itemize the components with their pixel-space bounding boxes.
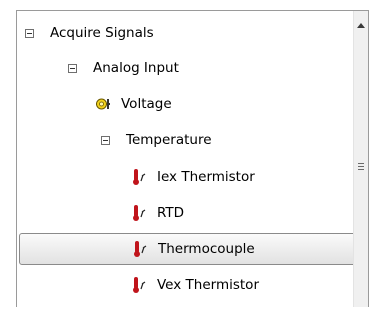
thermometer-icon [132,240,148,258]
tree-item-vex-thermistor[interactable]: Vex Thermistor [131,269,259,301]
collapse-icon[interactable] [25,28,34,38]
tree-item-thermocouple[interactable]: Thermocouple [19,233,362,265]
thermometer-icon [131,168,147,186]
tree-item-label: Temperature [126,132,212,148]
tree-item-iex-thermistor[interactable]: Iex Thermistor [131,161,255,193]
tree-item-rtd[interactable]: RTD [131,197,184,229]
tree-item-analog-input[interactable]: Analog Input [68,52,179,84]
tree-item-temperature[interactable]: Temperature [101,124,212,156]
tree-view[interactable]: Acquire Signals Analog Input Voltage Tem… [16,10,369,307]
tree-item-label: Voltage [121,96,172,112]
tree-item-label: RTD [157,205,185,221]
collapse-icon[interactable] [68,63,77,73]
scroll-up-icon[interactable] [357,23,365,28]
tree-item-label: Acquire Signals [50,25,154,41]
vertical-scrollbar[interactable] [353,11,368,307]
tree-item-label: Thermocouple [158,241,255,257]
tree-item-label: Vex Thermistor [157,277,259,293]
voltage-sensor-icon [95,96,111,112]
tree-item-label: Iex Thermistor [157,169,255,185]
thermometer-icon [131,276,147,294]
tree-item-voltage[interactable]: Voltage [95,88,172,120]
collapse-icon[interactable] [101,135,110,145]
thermometer-icon [131,204,147,222]
scrollbar-grip-icon[interactable] [358,163,364,172]
tree-item-acquire-signals[interactable]: Acquire Signals [25,17,154,49]
tree-item-label: Analog Input [93,60,179,76]
